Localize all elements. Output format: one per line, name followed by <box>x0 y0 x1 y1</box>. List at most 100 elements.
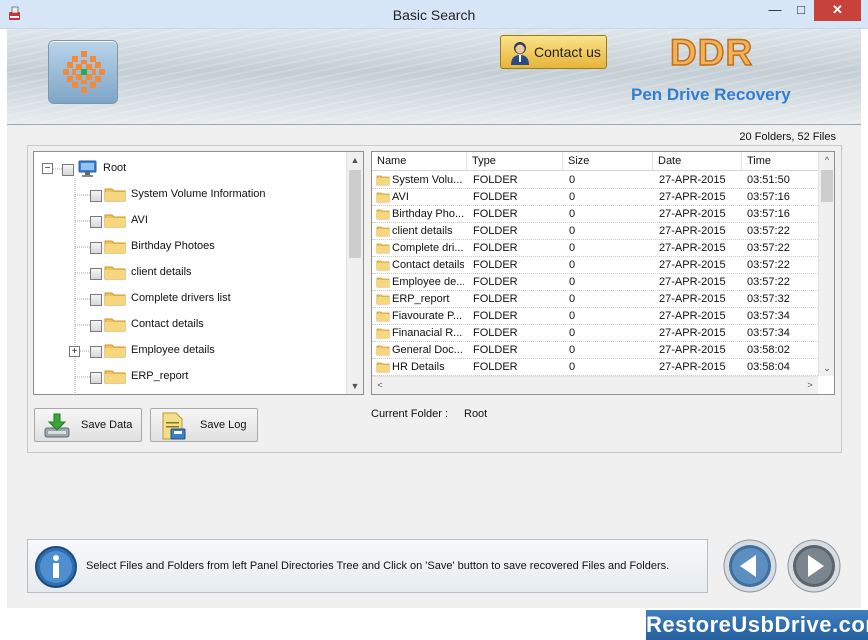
tree-checkbox[interactable] <box>90 268 102 280</box>
cell-time: 03:58:04 <box>747 361 790 373</box>
tree-item-root[interactable]: − Root <box>34 159 346 179</box>
tree-item[interactable]: Complete drivers list <box>34 289 346 309</box>
tree-vertical-scrollbar[interactable]: ▲ ▼ <box>346 152 363 394</box>
cell-name: System Volu... <box>392 174 463 186</box>
list-row[interactable]: Contact details FOLDER 0 27-APR-2015 03:57:2… <box>372 257 818 274</box>
expand-icon[interactable]: + <box>69 346 80 357</box>
folder-icon <box>104 292 126 306</box>
product-name: Pen Drive Recovery <box>631 85 791 104</box>
tree-label: client details <box>131 266 192 278</box>
cell-time: 03:57:16 <box>747 191 790 203</box>
cell-time: 03:57:22 <box>747 259 790 271</box>
cell-type: FOLDER <box>473 293 518 305</box>
tree-item[interactable]: Birthday Photoes <box>34 237 346 257</box>
cell-date: 27-APR-2015 <box>659 242 726 254</box>
list-row[interactable]: System Volu... FOLDER 0 27-APR-2015 03:51:50 <box>372 172 818 189</box>
folder-icon <box>376 311 390 322</box>
tree-item[interactable]: System Volume Information <box>34 185 346 205</box>
cell-size: 0 <box>569 174 576 186</box>
title-bar: Basic Search — □ ✕ <box>0 0 868 29</box>
cell-date: 27-APR-2015 <box>659 310 726 322</box>
window-title: Basic Search <box>392 7 476 23</box>
folder-icon <box>104 240 126 254</box>
cell-size: 0 <box>569 344 576 356</box>
file-list[interactable]: Name Type Size Date Time System Volu... F… <box>371 151 835 395</box>
scroll-up-icon[interactable]: ^ <box>819 152 834 168</box>
tree-checkbox[interactable] <box>90 242 102 254</box>
column-header-type[interactable]: Type <box>467 152 563 171</box>
app-logo <box>48 40 118 104</box>
current-folder-value: Root <box>464 408 488 420</box>
info-icon <box>35 546 77 588</box>
folder-icon <box>376 175 390 186</box>
list-row[interactable]: HR Details FOLDER 0 27-APR-2015 03:58:04 <box>372 359 818 376</box>
contact-us-button[interactable]: Contact us <box>500 35 607 69</box>
list-row[interactable]: Birthday Pho... FOLDER 0 27-APR-2015 03:57:1… <box>372 206 818 223</box>
tree-checkbox[interactable] <box>90 320 102 332</box>
cell-name: Complete dri... <box>392 242 464 254</box>
list-row[interactable]: Finanacial R... FOLDER 0 27-APR-2015 03:57:3… <box>372 325 818 342</box>
list-row[interactable]: Fiavourate P... FOLDER 0 27-APR-2015 03:57:3… <box>372 308 818 325</box>
cell-date: 27-APR-2015 <box>659 344 726 356</box>
directory-tree[interactable]: − Root System Volume Information AVI Bir… <box>33 151 364 395</box>
column-header-size[interactable]: Size <box>563 152 653 171</box>
tree-checkbox[interactable] <box>90 372 102 384</box>
support-person-icon <box>511 42 529 65</box>
list-vertical-scrollbar[interactable]: ^ ⌄ <box>818 152 834 376</box>
tree-item[interactable]: client details <box>34 263 346 283</box>
list-horizontal-scrollbar[interactable]: < > <box>372 376 818 394</box>
scrollbar-thumb[interactable] <box>821 170 833 202</box>
tree-checkbox[interactable] <box>90 190 102 202</box>
cell-size: 0 <box>569 259 576 271</box>
list-row[interactable]: Employee de... FOLDER 0 27-APR-2015 03:57:22 <box>372 274 818 291</box>
scroll-up-icon[interactable]: ▲ <box>347 152 363 168</box>
cell-size: 0 <box>569 361 576 373</box>
scroll-right-icon[interactable]: > <box>802 377 818 394</box>
collapse-icon[interactable]: − <box>42 163 53 174</box>
maximize-button[interactable]: □ <box>788 0 814 21</box>
back-button[interactable] <box>722 538 778 594</box>
tree-checkbox[interactable] <box>90 294 102 306</box>
cell-date: 27-APR-2015 <box>659 276 726 288</box>
column-header-name[interactable]: Name <box>372 152 467 171</box>
list-row[interactable]: client details FOLDER 0 27-APR-2015 03:57:22 <box>372 223 818 240</box>
scroll-left-icon[interactable]: < <box>372 377 388 394</box>
list-row[interactable]: General Doc... FOLDER 0 27-APR-2015 03:58:02 <box>372 342 818 359</box>
tree-item[interactable]: AVI <box>34 211 346 231</box>
cell-type: FOLDER <box>473 174 518 186</box>
brand-logo-text: DDR <box>669 31 754 74</box>
tree-checkbox[interactable] <box>90 346 102 358</box>
folder-icon <box>376 209 390 220</box>
cell-name: Employee de... <box>392 276 464 288</box>
scroll-down-icon[interactable]: ▼ <box>347 378 363 394</box>
close-button[interactable]: ✕ <box>814 0 861 21</box>
minimize-button[interactable]: — <box>762 0 788 21</box>
scroll-down-icon[interactable]: ⌄ <box>819 360 834 376</box>
cell-name: ERP_report <box>392 293 450 305</box>
tree-checkbox[interactable] <box>90 216 102 228</box>
folder-icon <box>104 266 126 280</box>
tree-checkbox[interactable] <box>62 164 74 176</box>
contact-us-label: Contact us <box>534 44 601 60</box>
list-row[interactable]: Complete dri... FOLDER 0 27-APR-2015 03:57:2… <box>372 240 818 257</box>
folder-icon <box>376 294 390 305</box>
folder-icon <box>104 370 126 384</box>
tree-item[interactable]: ERP_report <box>34 367 346 387</box>
cell-size: 0 <box>569 327 576 339</box>
cell-date: 27-APR-2015 <box>659 208 726 220</box>
save-download-icon <box>44 413 70 438</box>
folder-icon <box>376 260 390 271</box>
list-row[interactable]: ERP_report FOLDER 0 27-APR-2015 03:57:32 <box>372 291 818 308</box>
cell-size: 0 <box>569 276 576 288</box>
save-data-button[interactable]: Save Data <box>34 408 142 442</box>
scrollbar-thumb[interactable] <box>349 170 361 258</box>
tree-item[interactable]: Contact details <box>34 315 346 335</box>
column-header-date[interactable]: Date <box>653 152 742 171</box>
save-log-button[interactable]: Save Log <box>150 408 258 442</box>
cell-name: Contact details <box>392 259 464 271</box>
column-header-time[interactable]: Time <box>742 152 818 171</box>
list-row[interactable]: AVI FOLDER 0 27-APR-2015 03:57:16 <box>372 189 818 206</box>
next-button[interactable] <box>786 538 842 594</box>
cell-size: 0 <box>569 225 576 237</box>
tree-item[interactable]: + Employee details <box>34 341 346 361</box>
